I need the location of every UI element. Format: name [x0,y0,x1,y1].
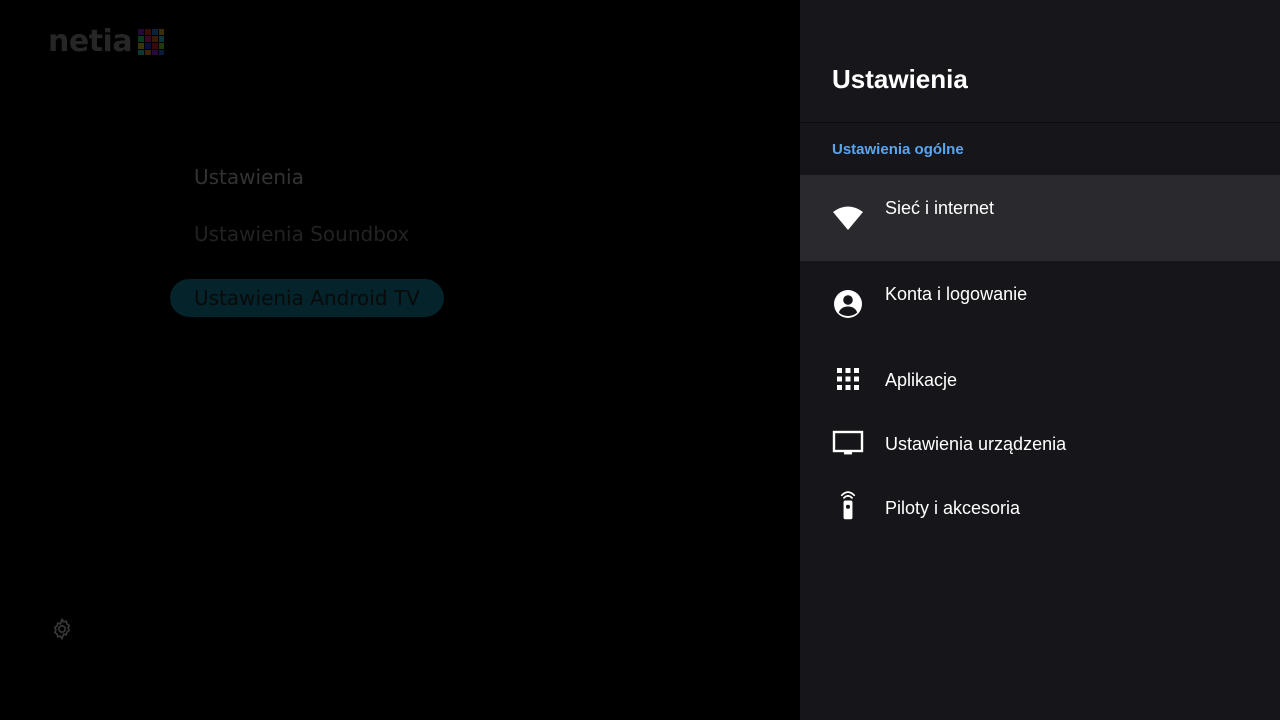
menu-item-label: Aplikacje [885,370,958,390]
menu-item-network[interactable]: Sieć i internet [800,175,1280,261]
panel-title: Ustawienia [832,64,968,94]
bg-menu-item-settings: Ustawienia [194,165,304,189]
wifi-icon [833,206,863,230]
bg-menu-item-android-tv: Ustawienia Android TV [170,279,444,317]
apps-grid-icon [837,368,859,390]
bg-menu-item-soundbox: Ustawienia Soundbox [194,222,410,246]
settings-panel: Ustawienia Ustawienia ogólne Sieć i inte… [800,0,1280,720]
menu-item-accounts[interactable]: Konta i logowanie [800,261,1280,347]
gear-icon [53,617,71,641]
menu-item-remotes[interactable]: Piloty i akcesoria [800,475,1280,539]
menu-item-device-settings[interactable]: Ustawienia urządzenia [800,411,1280,475]
netia-logo: netia [48,24,166,59]
remote-icon [840,491,856,520]
account-icon [834,290,862,318]
menu-item-label: Ustawienia urządzenia [885,434,1067,454]
logo-text: netia [48,24,133,59]
panel-header: Ustawienia [800,0,1280,123]
background-app: netia Ustawienia Ustawienia Soundbox Ust… [0,0,800,720]
menu-item-apps[interactable]: Aplikacje [800,347,1280,411]
section-label: Ustawienia ogólne [832,141,964,158]
menu-item-label: Sieć i internet [885,198,995,218]
logo-mark-icon [138,28,165,55]
menu-item-label: Piloty i akcesoria [885,498,1021,518]
menu-item-label: Konta i logowanie [885,284,1028,304]
tv-icon [832,430,864,455]
